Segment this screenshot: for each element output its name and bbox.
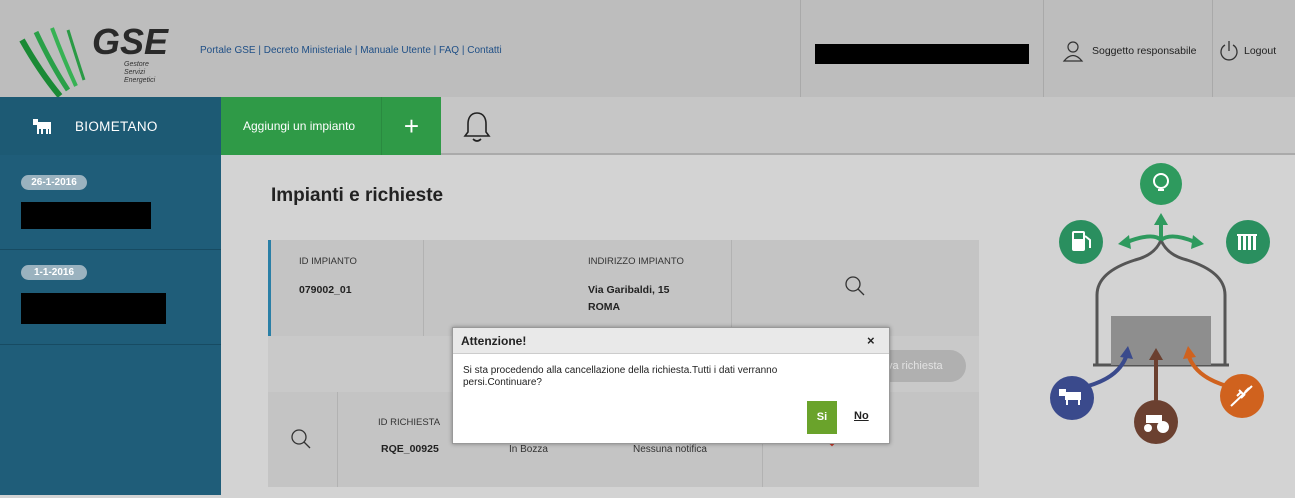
header-divider [1043,0,1044,97]
request-id-value: RQE_00925 [381,443,439,455]
sidebar-item[interactable]: 1-1-2016 [0,250,221,345]
nav-biometano[interactable]: BIOMETANO [0,97,221,155]
add-plant-label: Aggiungi un impianto [243,119,356,133]
add-plant-button[interactable]: Aggiungi un impianto [221,97,381,155]
card-divider [337,392,338,487]
confirm-dialog: Attenzione! × Si sta procedendo alla can… [452,327,890,444]
sidebar: 26-1-2016 1-1-2016 [0,155,221,495]
card-divider [423,240,424,336]
plus-icon: + [403,110,420,141]
gse-logo[interactable]: GSE Gestore Servizi Energetici [0,0,193,98]
plant-address-line1: Via Garibaldi, 15 [588,284,670,296]
link-portale[interactable]: Portale GSE [200,45,256,56]
request-id-label: ID RICHIESTA [378,417,441,428]
nav-section-label: BIOMETANO [75,118,158,134]
logout-label: Logout [1244,45,1277,57]
date-badge: 1-1-2016 [21,265,87,280]
power-icon [1220,41,1238,61]
plant-address-line2: ROMA [588,301,621,313]
top-links: Portale GSE | Decreto Ministeriale | Man… [200,45,502,56]
lightbulb-icon [1140,163,1182,205]
svg-text:Gestore: Gestore [124,61,149,68]
user-icon [1062,41,1084,62]
redacted-name [21,202,151,229]
card-divider [731,240,732,336]
header-divider [800,0,801,97]
cow-icon [33,119,51,134]
dialog-title: Attenzione! [461,334,527,348]
date-badge: 26-1-2016 [21,175,87,190]
request-notification: Nessuna notifica [633,444,707,455]
search-icon[interactable] [844,275,866,300]
bell-icon[interactable] [463,110,491,147]
plant-id-label: ID IMPIANTO [299,256,357,267]
add-plus-button[interactable]: + [381,97,441,155]
svg-text:Servizi: Servizi [124,69,145,76]
no-button[interactable]: No [854,410,869,422]
plant-address-label: INDIRIZZO IMPIANTO [588,256,684,267]
fuel-pump-icon [1059,220,1103,264]
cow-icon [1050,376,1094,420]
link-contatti[interactable]: Contatti [467,45,501,56]
radiator-icon [1226,220,1270,264]
nav-divider [441,153,1295,155]
close-icon[interactable]: × [867,333,875,348]
tractor-icon [1134,400,1178,444]
header-divider [1212,0,1213,97]
user-button[interactable]: Soggetto responsabile [1062,38,1197,64]
redacted-user-info [815,44,1029,64]
logout-button[interactable]: Logout [1218,38,1276,64]
dialog-message: Si sta procedendo alla cancellazione del… [463,365,778,388]
biomethane-illustration [1025,160,1295,498]
link-manuale[interactable]: Manuale Utente [360,45,431,56]
redacted-name [21,293,166,324]
plant-id-value: 079002_01 [299,284,352,296]
search-icon[interactable] [290,428,312,453]
link-decreto[interactable]: Decreto Ministeriale [264,45,352,56]
page-title: Impianti e richieste [271,185,444,206]
link-faq[interactable]: FAQ [439,45,459,56]
wheat-icon [1220,374,1264,418]
svg-text:Energetici: Energetici [124,77,156,84]
sidebar-item[interactable]: 26-1-2016 [0,155,221,250]
logo-brand: GSE [92,21,169,62]
request-status: In Bozza [509,444,548,455]
user-label: Soggetto responsabile [1092,45,1197,57]
yes-button[interactable]: Si [807,401,837,434]
